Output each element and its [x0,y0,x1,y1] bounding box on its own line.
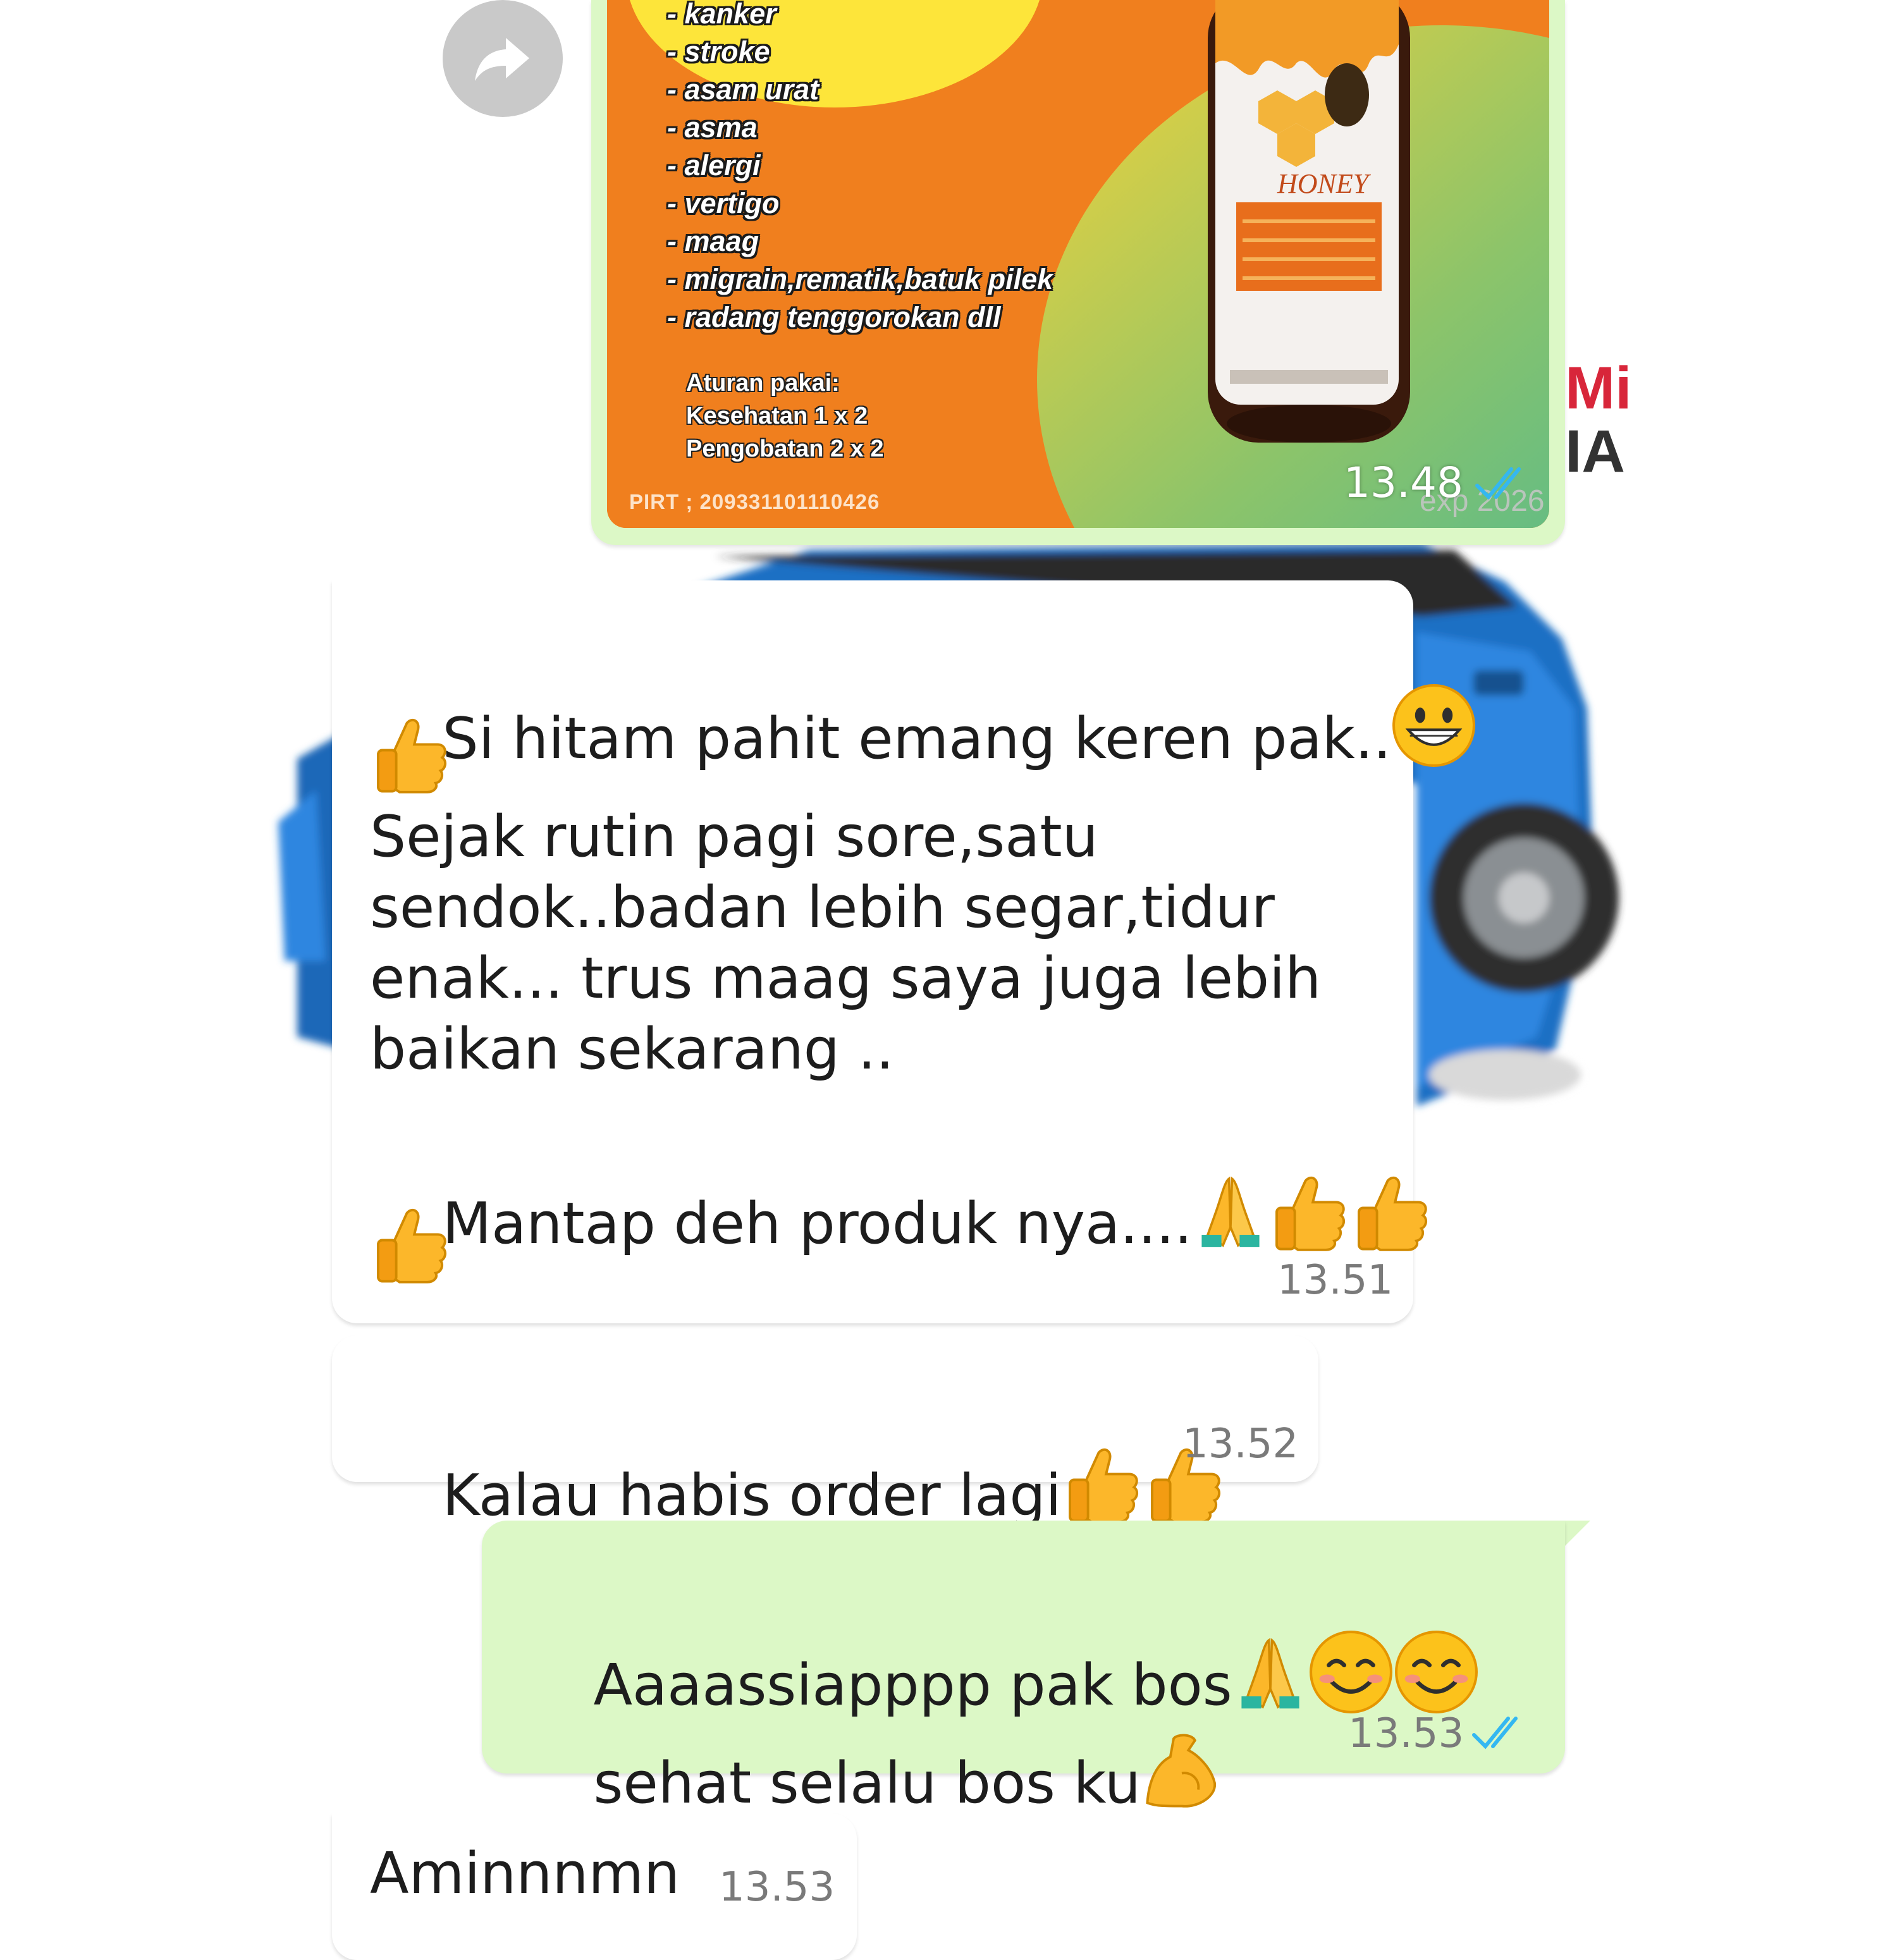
message-time: 13.51 [1277,1257,1394,1304]
benefit-list: - kanker - stroke - asam urat - asma - a… [667,0,1053,336]
outgoing-message-bubble[interactable]: Aaaassiapppp pak bos sehat selalu bos ku… [482,1521,1565,1816]
benefit-item: - alergi [667,149,761,181]
forward-button[interactable] [443,0,563,117]
benefit-item: - asam urat [667,73,820,106]
message-text-line: Mantap deh produk nya.... [370,1100,1433,1330]
benefit-item: - vertigo [667,187,780,219]
message-text-line: enak... trus maag saya juga lebih [370,945,1322,1012]
image-message-meta: 13.48 [1344,458,1535,507]
honey-bottle [1208,0,1410,443]
watermark-text-bottom: IA [1565,418,1625,485]
bottle-label: HONEY [1277,168,1369,199]
product-image[interactable]: HONEY - kanker - stroke - asam urat - as… [607,0,1549,528]
message-text-line: sendok..badan lebih segar,tidur [370,874,1275,941]
grinning-face-emoji [1391,683,1476,768]
usage-treatment: Pengobatan 2 x 2 [686,436,884,462]
thumbs-up-emoji [1062,1443,1144,1525]
thumbs-up-emoji [1351,1171,1433,1253]
smiling-face-emoji [1308,1629,1394,1715]
message-text-line: baikan sekarang .. [370,1016,894,1082]
benefit-item: - radang tenggorokan dll [667,301,1001,333]
thumbs-up-emoji [370,1203,452,1285]
benefit-item: - stroke [667,35,770,68]
incoming-message-bubble[interactable]: Si hitam pahit emang keren pak.. Sejak r… [332,580,1413,1323]
smiling-face-emoji [1394,1629,1479,1715]
message-text-line: Aminnnmn [370,1841,680,1907]
pirt-number: PIRT ; 209331101110426 [629,490,880,513]
message-time: 13.53 [1348,1710,1464,1757]
double-check-icon [1475,467,1521,499]
thumbs-up-emoji [370,713,452,795]
double-check-icon [1472,1717,1518,1749]
folded-hands-emoji [1193,1171,1268,1253]
benefit-item: - maag [667,225,759,257]
benefit-item: - asma [667,111,758,144]
message-time: 13.53 [719,1864,835,1911]
folded-hands-emoji [1232,1632,1308,1715]
message-text-line: Sejak rutin pagi sore,satu [370,804,1098,870]
forward-arrow-icon [475,38,529,81]
incoming-message-bubble[interactable]: Aminnnmn 13.53 [332,1813,857,1960]
message-time: 13.52 [1182,1421,1299,1467]
image-message-time: 13.48 [1344,458,1463,507]
benefit-item: - kanker [667,0,777,30]
flexed-biceps-emoji [1141,1730,1223,1813]
benefit-item: - migrain,rematik,batuk pilek [667,263,1053,295]
usage-health: Kesehatan 1 x 2 [686,403,868,429]
usage-instructions: Aturan pakai: Kesehatan 1 x 2 Pengobatan… [686,367,884,465]
incoming-message-bubble[interactable]: Kalau habis order lagi 13.52 [332,1335,1318,1529]
usage-title: Aturan pakai: [686,370,840,396]
thumbs-up-emoji [1268,1171,1351,1253]
watermark-text-top: Mi [1565,355,1632,422]
